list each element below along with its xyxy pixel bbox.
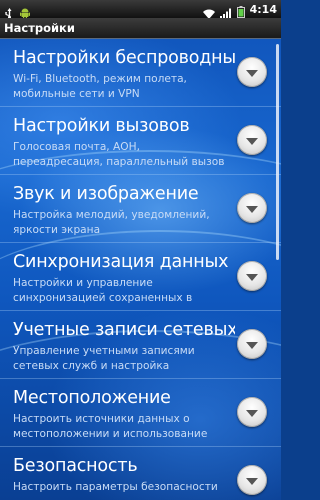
settings-item-location[interactable]: Местоположение Настроить источники данны… (0, 379, 281, 447)
description-line: Настроить параметры безопасности (13, 481, 218, 493)
description-line: Управление учетными записями (13, 345, 195, 357)
status-time: 4:14 (249, 2, 277, 16)
chevron-down-icon (246, 410, 258, 417)
description-line: Голосовая почта, АОН, (13, 141, 140, 153)
expand-button[interactable] (237, 125, 267, 155)
chevron-down-icon (246, 206, 258, 213)
settings-item-sound-display[interactable]: Звук и изображение Настройка мелодий, ув… (0, 175, 281, 243)
settings-item-description: Настройки и управление синхронизацией со… (13, 276, 235, 306)
description-line: Wi-Fi, Bluetooth, режим полета, (13, 73, 187, 85)
description-line: сетевых служб и настройка (13, 360, 170, 372)
settings-item-title: Синхронизация данных (13, 252, 229, 272)
expand-button[interactable] (237, 193, 267, 223)
settings-item-description: Настройка мелодий, уведомлений, яркости … (13, 208, 235, 238)
description-line: Настройки и управление (13, 277, 153, 289)
settings-item-title: Местоположение (13, 388, 171, 408)
page-title: Настройки (0, 18, 281, 39)
description-line: мобильные сети и VPN (13, 88, 140, 100)
description-line: синхронизацией сохраненных в (13, 292, 193, 304)
settings-item-title: Настройки беспроводных сетей (13, 48, 235, 68)
chevron-down-icon (246, 342, 258, 349)
settings-item-description: Настроить источники данных о местоположе… (13, 412, 235, 442)
signal-icon (219, 4, 232, 19)
settings-item-calls[interactable]: Настройки вызовов Голосовая почта, АОН, … (0, 107, 281, 175)
settings-item-title: Настройки вызовов (13, 116, 190, 136)
settings-item-description: Управление учетными записями сетевых слу… (13, 344, 235, 374)
chevron-down-icon (246, 70, 258, 77)
description-line: переадресация, параллельный вызов (13, 156, 225, 168)
settings-item-sync[interactable]: Синхронизация данных Настройки и управле… (0, 243, 281, 311)
chevron-down-icon (246, 274, 258, 281)
expand-button[interactable] (237, 57, 267, 87)
settings-item-security[interactable]: Безопасность Настроить параметры безопас… (0, 447, 281, 500)
expand-button[interactable] (237, 397, 267, 427)
usb-icon (4, 4, 15, 19)
scrollbar[interactable] (276, 44, 279, 260)
description-line: Настройка мелодий, уведомлений, (13, 209, 210, 221)
settings-list: Настройки беспроводных сетей Wi-Fi, Blue… (0, 39, 281, 500)
settings-item-description: Голосовая почта, АОН, переадресация, пар… (13, 140, 235, 170)
screen: 4:14 Настройки Настройки беспроводных се… (0, 0, 281, 500)
android-icon (20, 4, 30, 19)
status-bar: 4:14 (0, 0, 281, 19)
expand-button[interactable] (237, 261, 267, 291)
settings-item-accounts[interactable]: Учетные записи сетевых служб Управление … (0, 311, 281, 379)
settings-item-title: Звук и изображение (13, 184, 199, 204)
description-line: яркости экрана (13, 224, 101, 236)
settings-item-title: Безопасность (13, 456, 138, 476)
description-line: Настроить источники данных о (13, 413, 190, 425)
description-line: местоположении и использование (13, 428, 208, 440)
settings-item-wireless[interactable]: Настройки беспроводных сетей Wi-Fi, Blue… (0, 39, 281, 107)
chevron-down-icon (246, 478, 258, 485)
settings-item-description: Wi-Fi, Bluetooth, режим полета, мобильны… (13, 72, 235, 102)
settings-item-title: Учетные записи сетевых служб (13, 320, 235, 340)
expand-button[interactable] (237, 465, 267, 495)
chevron-down-icon (246, 138, 258, 145)
settings-item-description: Настроить параметры безопасности (13, 480, 235, 495)
battery-icon (236, 3, 245, 18)
expand-button[interactable] (237, 329, 267, 359)
wifi-icon (202, 4, 215, 19)
